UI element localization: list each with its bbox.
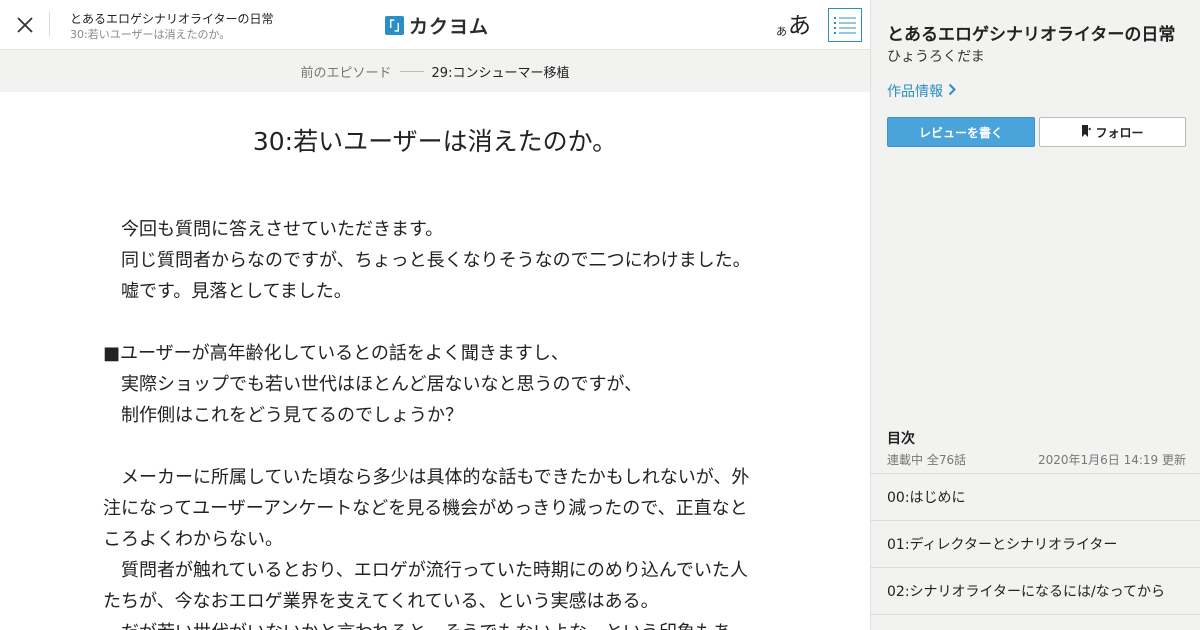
body-paragraph: ころよくわからない。 <box>103 529 283 550</box>
prev-episode-link[interactable]: 29:コンシューマー移植 <box>432 62 570 81</box>
bookmark-plus-icon <box>1081 124 1095 140</box>
reader-header: とあるエロゲシナリオライターの日常 30:若いユーザーは消えたのか。 「」 カク… <box>0 0 870 50</box>
toc-list: 00:はじめに 01:ディレクターとシナリオライター 02:シナリオライターにな… <box>871 473 1200 615</box>
work-info-link[interactable]: 作品情報 <box>887 81 956 101</box>
logo-mark-icon: 「」 <box>383 15 407 35</box>
body-paragraph: 注になってユーザーアンケートなどを見る機会がめっきり減ったので、正直なと <box>103 498 748 519</box>
body-paragraph <box>103 431 763 462</box>
sidebar-author[interactable]: ひょうろくだま <box>887 46 985 66</box>
episode-nav-bar: 前のエピソード 29:コンシューマー移植 <box>0 50 870 92</box>
logo-text: カクヨム <box>409 15 490 38</box>
write-review-button[interactable]: レビューを書く <box>887 117 1035 147</box>
font-size-button[interactable]: あ あ <box>776 9 811 39</box>
body-paragraph: 同じ質問者からなのですが、ちょっと長くなりそうなので二つにわけました。 <box>103 250 751 271</box>
kakuyomu-logo[interactable]: 「」 カクヨム <box>383 13 490 38</box>
toc-item[interactable]: 00:はじめに <box>871 474 1200 521</box>
toc-heading: 目次 <box>887 431 915 447</box>
font-size-small-glyph: あ <box>776 25 787 38</box>
body-paragraph: たちが、今なおエロゲ業界を支えてくれている、という実感はある。 <box>103 591 659 612</box>
body-paragraph: ■ユーザーが高年齢化しているとの話をよく聞きますし、 <box>103 343 569 364</box>
work-sidebar: とあるエロゲシナリオライターの日常 ひょうろくだま 作品情報 レビューを書く フ… <box>870 0 1200 630</box>
chevron-right-icon <box>943 83 956 100</box>
close-button[interactable] <box>14 14 36 36</box>
font-size-large-glyph: あ <box>788 13 811 39</box>
body-paragraph: 嘘です。見落としてました。 <box>103 281 352 302</box>
header-divider <box>49 12 50 36</box>
sidebar-work-title[interactable]: とあるエロゲシナリオライターの日常 <box>887 20 1175 45</box>
header-titles: とあるエロゲシナリオライターの日常 30:若いユーザーは消えたのか。 <box>70 11 370 42</box>
episode-body: 今回も質問に答えさせていただきます。 同じ質問者からなのですが、ちょっと長くなり… <box>103 214 763 630</box>
body-paragraph: 実際ショップでも若い世代はほとんど居ないなと思うのですが、 <box>103 374 643 395</box>
toc-meta: 連載中 全76話 2020年1月6日 14:19 更新 <box>887 451 1186 468</box>
toc-status: 連載中 全76話 <box>887 453 967 467</box>
toc-toggle-button[interactable] <box>828 8 862 42</box>
header-work-title[interactable]: とあるエロゲシナリオライターの日常 <box>70 11 370 27</box>
body-paragraph <box>103 307 763 338</box>
body-paragraph: 今回も質問に答えさせていただきます。 <box>103 219 444 240</box>
body-paragraph: メーカーに所属していた頃なら多少は具体的な話もできたかもしれないが、外 <box>103 467 750 488</box>
header-episode-title: 30:若いユーザーは消えたのか。 <box>70 28 231 41</box>
body-paragraph: 質問者が触れているとおり、エロゲが流行っていた時期にのめり込んでいた人 <box>103 560 748 581</box>
prev-episode-label[interactable]: 前のエピソード <box>301 62 392 81</box>
follow-button[interactable]: フォロー <box>1039 117 1186 147</box>
toc-item[interactable]: 01:ディレクターとシナリオライター <box>871 521 1200 568</box>
toc-updated: 2020年1月6日 14:19 更新 <box>1037 453 1186 467</box>
follow-label: フォロー <box>1095 125 1144 140</box>
body-paragraph: だが若い世代がいないかと言われると、そうでもないよな、という印象もあ <box>103 617 763 630</box>
reader-main: とあるエロゲシナリオライターの日常 30:若いユーザーは消えたのか。 「」 カク… <box>0 0 870 630</box>
work-info-label: 作品情報 <box>887 84 943 100</box>
close-icon <box>14 14 36 36</box>
episode-title: 30:若いユーザーは消えたのか。 <box>252 127 618 156</box>
toc-item[interactable]: 02:シナリオライターになるには/なってから <box>871 568 1200 615</box>
body-paragraph: 制作側はこれをどう見てるのでしょうか？ <box>103 405 463 426</box>
nav-separator <box>399 70 424 72</box>
